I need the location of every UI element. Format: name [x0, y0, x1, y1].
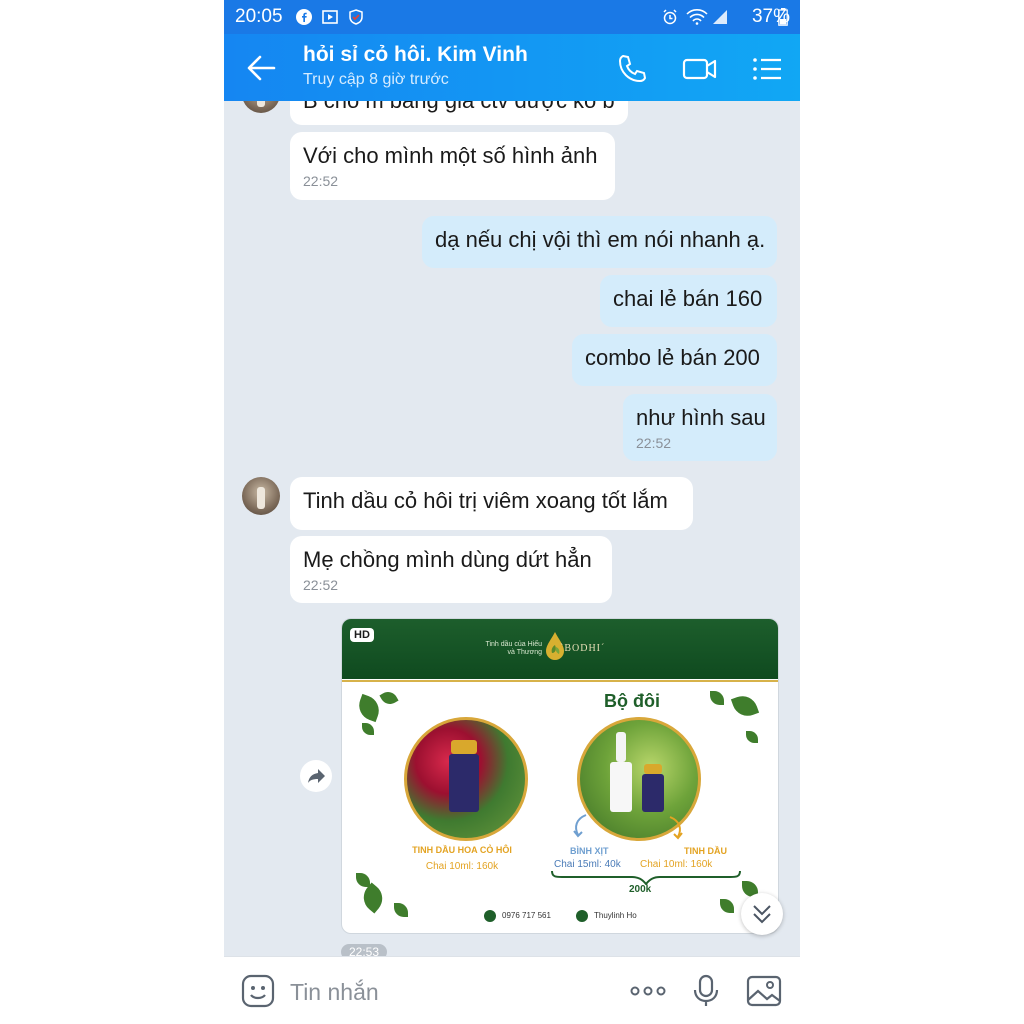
bottle-cap [644, 764, 662, 774]
facebook-contact-icon [576, 910, 588, 922]
bottle-cap [451, 740, 477, 754]
spray-bottle [610, 762, 632, 812]
brace-icon [551, 870, 741, 885]
message-text: như hình sau [636, 405, 766, 430]
oil-label: TINH DẦU [684, 846, 727, 856]
arrow-icon [573, 814, 587, 838]
leaf-icon [730, 691, 760, 721]
message-list[interactable]: B cho m bảng giá ctv được ko b Với cho m… [224, 101, 800, 956]
message-text: Mẹ chồng mình dùng dứt hẳn [303, 547, 592, 572]
image-banner: HD Tinh dầu của Hiếu và Thương `BODHI´ [342, 619, 778, 679]
message-bubble[interactable]: chai lẻ bán 160 [600, 275, 777, 327]
menu-list-icon[interactable] [750, 52, 784, 86]
image-time: 22:53 [341, 944, 388, 956]
contact-name[interactable]: hỏi sỉ cỏ hôi. Kim Vinh [303, 43, 528, 67]
leaf-icon [710, 691, 724, 705]
message-bubble[interactable]: dạ nếu chị vội thì em nói nhanh ạ. [422, 216, 777, 268]
brand-name: `BODHI´ [560, 643, 606, 654]
message-text: dạ nếu chị vội thì em nói nhanh ạ. [435, 227, 766, 252]
product1-name: TINH DẦU HOA CỎ HÔI [412, 845, 512, 855]
phone-icon[interactable] [615, 52, 649, 86]
back-arrow-icon[interactable] [246, 54, 276, 82]
message-text: Tinh dầu cỏ hôi trị viêm xoang tốt lắm [303, 488, 668, 513]
message-bubble[interactable]: như hình sau 22:52 [623, 394, 777, 461]
wifi-icon [686, 9, 708, 25]
message-time: 22:52 [636, 435, 672, 451]
battery-icon [778, 8, 788, 26]
status-bar: 20:05 37% [224, 0, 800, 34]
spray-nozzle [616, 732, 626, 762]
message-time: 22:52 [303, 577, 339, 593]
leaf-icon [362, 723, 374, 735]
facebook-icon [296, 9, 312, 25]
hd-badge: HD [350, 628, 374, 642]
scroll-to-bottom-button[interactable] [741, 893, 783, 935]
divider [342, 680, 778, 682]
sticker-icon[interactable] [240, 973, 276, 1009]
chat-header: hỏi sỉ cỏ hôi. Kim Vinh Truy cập 8 giờ t… [224, 34, 800, 101]
spray-label: BÌNH XỊT [570, 846, 609, 856]
message-text: B cho m bảng giá ctv được ko b [303, 101, 615, 113]
contact-facebook: Thuylinh Ho [594, 911, 637, 920]
forward-icon [308, 769, 325, 783]
message-bubble[interactable]: Tinh dầu cỏ hôi trị viêm xoang tốt lắm [290, 477, 693, 530]
alarm-icon [663, 9, 677, 25]
avatar[interactable] [242, 101, 280, 113]
shield-icon [349, 9, 363, 25]
message-text: chai lẻ bán 160 [613, 286, 763, 311]
image-message[interactable]: HD Tinh dầu của Hiếu và Thương `BODHI´ B… [341, 618, 779, 934]
last-seen-status: Truy cập 8 giờ trước [303, 71, 449, 88]
media-icon [322, 10, 338, 24]
double-chevron-down-icon [753, 905, 771, 924]
message-input-bar: Tin nhắn [224, 956, 800, 1024]
image-icon[interactable] [746, 973, 782, 1009]
contact-phone: 0976 717 561 [502, 911, 551, 920]
message-bubble[interactable]: Mẹ chồng mình dùng dứt hẳn 22:52 [290, 536, 612, 603]
combo-heading: Bộ đôi [604, 691, 660, 711]
leaf-icon [354, 693, 384, 723]
message-bubble[interactable]: combo lẻ bán 200 [572, 334, 777, 386]
message-input[interactable]: Tin nhắn [290, 979, 379, 1006]
bottle-body [642, 774, 664, 812]
message-text: Với cho mình một số hình ảnh [303, 143, 598, 168]
more-icon[interactable] [628, 973, 668, 1009]
forward-button[interactable] [300, 760, 332, 792]
signal-icon [713, 10, 727, 24]
leaf-icon [394, 903, 408, 917]
microphone-icon[interactable] [688, 973, 724, 1009]
phone-screen: 20:05 37% hỏi sỉ cỏ hôi. Kim Vinh Truy c… [224, 0, 800, 1024]
leaf-icon [379, 688, 399, 708]
arrow-icon [669, 816, 683, 840]
phone-contact-icon [484, 910, 496, 922]
leaf-icon [356, 873, 370, 887]
leaf-icon [720, 899, 734, 913]
message-bubble[interactable]: B cho m bảng giá ctv được ko b [290, 101, 628, 125]
combo-total: 200k [629, 884, 652, 895]
video-call-icon[interactable] [681, 52, 719, 86]
avatar[interactable] [242, 477, 280, 515]
product-photo-oil [404, 717, 528, 841]
product1-price: Chai 10ml: 160k [425, 861, 499, 872]
leaf-icon [357, 882, 389, 914]
leaf-icon [746, 731, 758, 743]
message-bubble[interactable]: Với cho mình một số hình ảnh 22:52 [290, 132, 615, 200]
brand-tagline: Tinh dầu của Hiếu và Thương [485, 641, 542, 656]
status-time: 20:05 [235, 6, 283, 27]
bottle-body [449, 754, 479, 812]
message-time: 22:52 [303, 173, 339, 189]
message-text: combo lẻ bán 200 [585, 345, 760, 370]
